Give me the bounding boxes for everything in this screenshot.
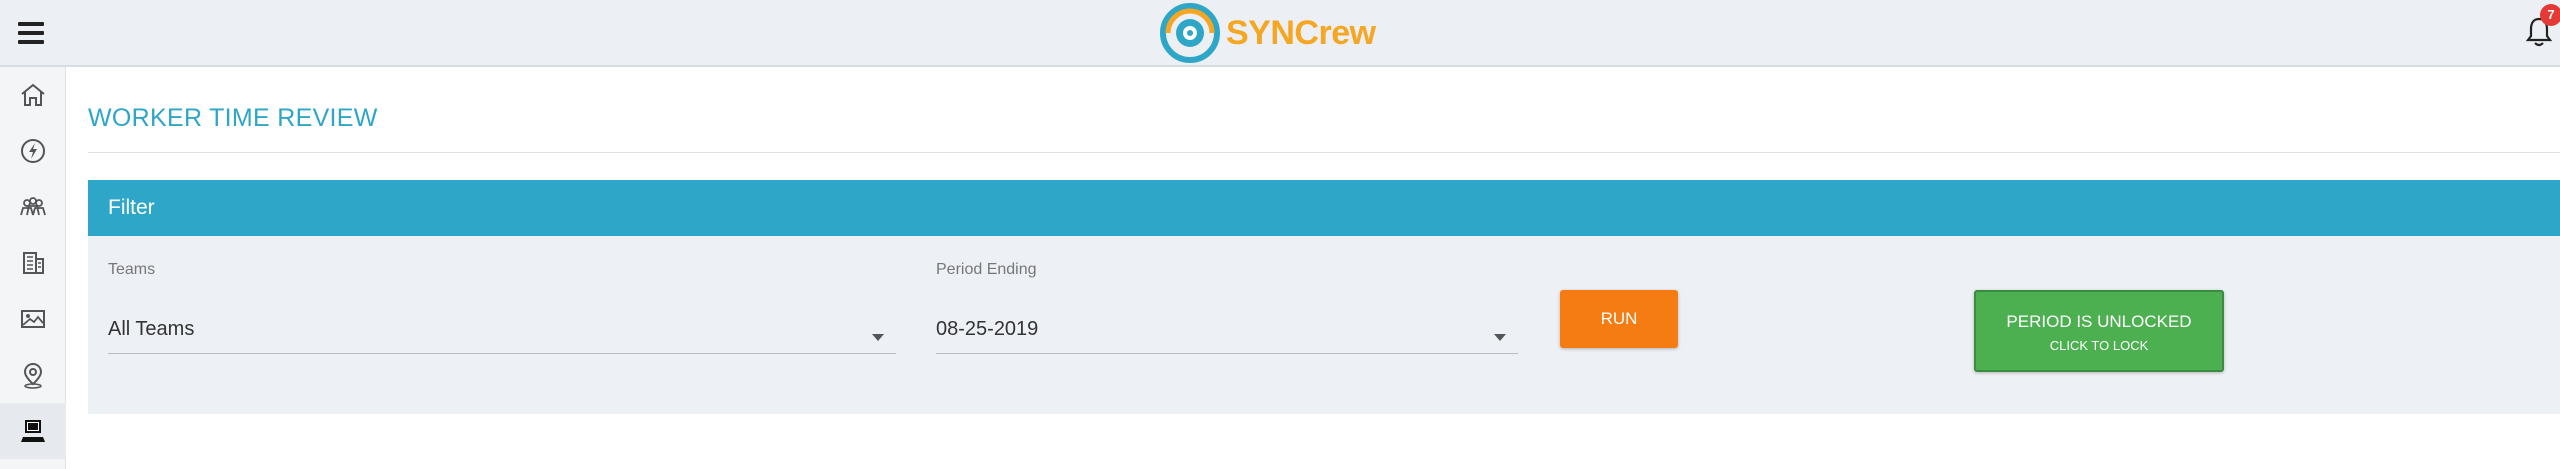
bolt-circle-icon <box>21 139 45 163</box>
building-icon <box>23 252 44 274</box>
top-bar: SYNCrew 7 <box>0 0 2560 67</box>
teams-selected-value: All Teams <box>108 318 195 340</box>
menu-icon[interactable] <box>18 22 44 44</box>
sidebar-item-teams[interactable] <box>0 179 66 235</box>
title-divider <box>88 152 2560 153</box>
lock-action-text: CLICK TO LOCK <box>2049 338 2149 353</box>
image-icon <box>21 310 45 328</box>
period-ending-value: 08-25-2019 <box>936 318 1039 340</box>
notification-badge[interactable]: 7 <box>2540 4 2560 26</box>
sidebar-item-images[interactable] <box>0 291 66 347</box>
period-ending-select[interactable]: 08-25-2019 <box>936 310 1518 354</box>
map-pin-icon <box>23 362 43 389</box>
sidebar-item-locations[interactable] <box>0 347 66 403</box>
syncrew-logo-icon <box>1160 3 1220 63</box>
sidebar-item-home[interactable] <box>0 67 66 123</box>
sidebar-item-buildings[interactable] <box>0 235 66 291</box>
lock-period-button[interactable]: PERIOD IS UNLOCKED CLICK TO LOCK <box>1974 290 2224 372</box>
page-title: WORKER TIME REVIEW <box>88 104 378 132</box>
sidebar <box>0 67 66 469</box>
worker-computer-icon <box>21 420 45 442</box>
sidebar-item-power[interactable] <box>0 123 66 179</box>
brand-logo[interactable]: SYNCrew <box>1160 2 1376 64</box>
run-button[interactable]: RUN <box>1560 290 1678 348</box>
home-icon <box>21 83 45 106</box>
sidebar-item-worker-time[interactable] <box>0 403 66 459</box>
period-ending-label: Period Ending <box>936 261 1037 278</box>
brand-name: SYNCrew <box>1226 13 1376 52</box>
filter-panel-header: Filter <box>88 180 2560 236</box>
team-icon <box>20 197 46 216</box>
chevron-down-icon <box>1494 334 1506 341</box>
period-status-text: PERIOD IS UNLOCKED <box>2006 312 2192 331</box>
chevron-down-icon <box>872 334 884 341</box>
teams-label: Teams <box>108 261 156 278</box>
teams-select[interactable]: All Teams <box>108 310 896 354</box>
